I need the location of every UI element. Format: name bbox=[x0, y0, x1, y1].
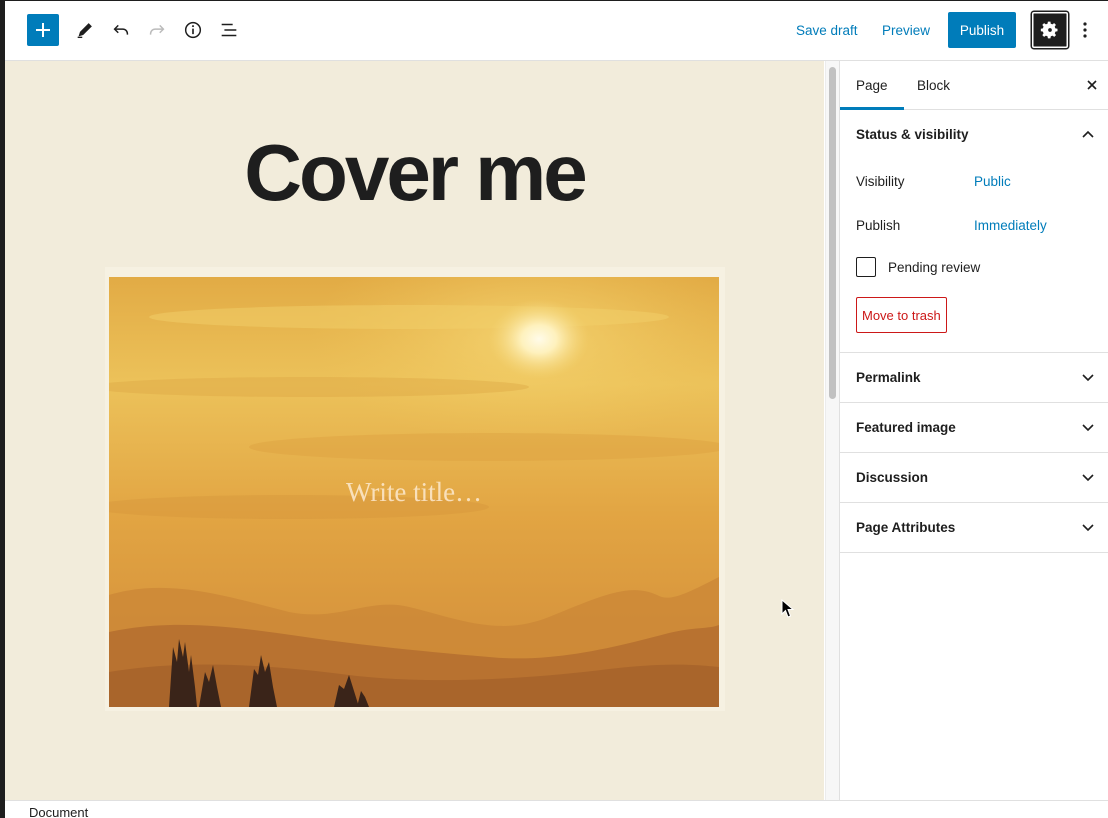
permalink-panel: Permalink bbox=[840, 353, 1108, 403]
redo-button[interactable] bbox=[141, 14, 173, 46]
settings-button[interactable] bbox=[1032, 12, 1068, 48]
inserter-button[interactable] bbox=[27, 14, 59, 46]
visibility-row: Visibility Public bbox=[856, 174, 1011, 189]
pending-review-option[interactable]: Pending review bbox=[856, 257, 980, 277]
publish-button[interactable]: Publish bbox=[948, 12, 1016, 48]
redo-icon bbox=[149, 24, 165, 35]
cover-image[interactable]: Write title… bbox=[109, 277, 719, 707]
info-icon bbox=[184, 21, 202, 39]
panel-title: Page Attributes bbox=[856, 520, 956, 535]
list-view-icon bbox=[221, 23, 237, 37]
chevron-down-icon bbox=[1076, 465, 1100, 489]
chevron-up-icon bbox=[1076, 122, 1100, 146]
panel-title: Status & visibility bbox=[856, 127, 969, 142]
sidebar-tabs: Page Block bbox=[840, 61, 1108, 110]
tab-page[interactable]: Page bbox=[840, 61, 904, 110]
page-attributes-panel: Page Attributes bbox=[840, 503, 1108, 553]
pencil-icon bbox=[77, 23, 92, 39]
close-icon bbox=[1087, 80, 1097, 90]
edit-mode-button[interactable] bbox=[69, 14, 101, 46]
discussion-panel: Discussion bbox=[840, 453, 1108, 503]
cover-block[interactable]: Write title… bbox=[105, 267, 725, 711]
panel-title: Featured image bbox=[856, 420, 956, 435]
visibility-label: Visibility bbox=[856, 174, 905, 189]
panel-title: Permalink bbox=[856, 370, 921, 385]
status-visibility-body: Visibility Public Publish Immediately Pe… bbox=[840, 159, 1108, 352]
mouse-cursor-icon bbox=[781, 599, 795, 618]
page-attributes-toggle[interactable]: Page Attributes bbox=[840, 503, 1108, 552]
vertical-ellipsis-icon bbox=[1083, 22, 1087, 38]
close-sidebar-button[interactable] bbox=[1080, 73, 1104, 97]
block-breadcrumb-bar: Document bbox=[5, 800, 1108, 818]
status-visibility-panel: Status & visibility Visibility Public Pu… bbox=[840, 110, 1108, 353]
details-button[interactable] bbox=[177, 14, 209, 46]
panel-title: Discussion bbox=[856, 470, 929, 485]
top-toolbar: Save draft Preview Publish bbox=[5, 1, 1108, 61]
visibility-value-link[interactable]: Public bbox=[974, 174, 1011, 189]
tab-block[interactable]: Block bbox=[901, 61, 966, 109]
publish-date-link[interactable]: Immediately bbox=[974, 218, 1047, 233]
settings-sidebar: Page Block Status & visibility Visibilit… bbox=[839, 61, 1108, 800]
publish-label: Publish bbox=[856, 218, 901, 233]
editor-frame: Save draft Preview Publish Cover me Writ… bbox=[0, 0, 1108, 818]
editor-canvas: Cover me Write title… bbox=[5, 61, 824, 800]
plus-icon bbox=[36, 23, 50, 37]
breadcrumb-document[interactable]: Document bbox=[29, 805, 88, 818]
cover-title-placeholder[interactable]: Write title… bbox=[109, 477, 719, 508]
publish-row: Publish Immediately bbox=[856, 218, 1047, 233]
pending-review-checkbox[interactable] bbox=[856, 257, 876, 277]
pending-review-label: Pending review bbox=[888, 259, 981, 275]
featured-image-toggle[interactable]: Featured image bbox=[840, 403, 1108, 452]
options-menu-button[interactable] bbox=[1073, 14, 1097, 46]
list-view-button[interactable] bbox=[213, 14, 245, 46]
undo-button[interactable] bbox=[105, 14, 137, 46]
permalink-toggle[interactable]: Permalink bbox=[840, 353, 1108, 402]
chevron-down-icon bbox=[1076, 515, 1100, 539]
page-title[interactable]: Cover me bbox=[5, 133, 824, 213]
featured-image-panel: Featured image bbox=[840, 403, 1108, 453]
canvas-scrollbar[interactable] bbox=[825, 61, 839, 800]
chevron-down-icon bbox=[1076, 415, 1100, 439]
status-visibility-toggle[interactable]: Status & visibility bbox=[840, 110, 1108, 159]
save-draft-button[interactable]: Save draft bbox=[790, 14, 864, 46]
preview-button[interactable]: Preview bbox=[876, 14, 936, 46]
scrollbar-thumb[interactable] bbox=[829, 67, 836, 399]
gear-icon bbox=[1040, 21, 1058, 39]
chevron-down-icon bbox=[1076, 365, 1100, 389]
move-to-trash-button[interactable]: Move to trash bbox=[856, 297, 947, 333]
discussion-toggle[interactable]: Discussion bbox=[840, 453, 1108, 502]
undo-icon bbox=[113, 24, 129, 35]
